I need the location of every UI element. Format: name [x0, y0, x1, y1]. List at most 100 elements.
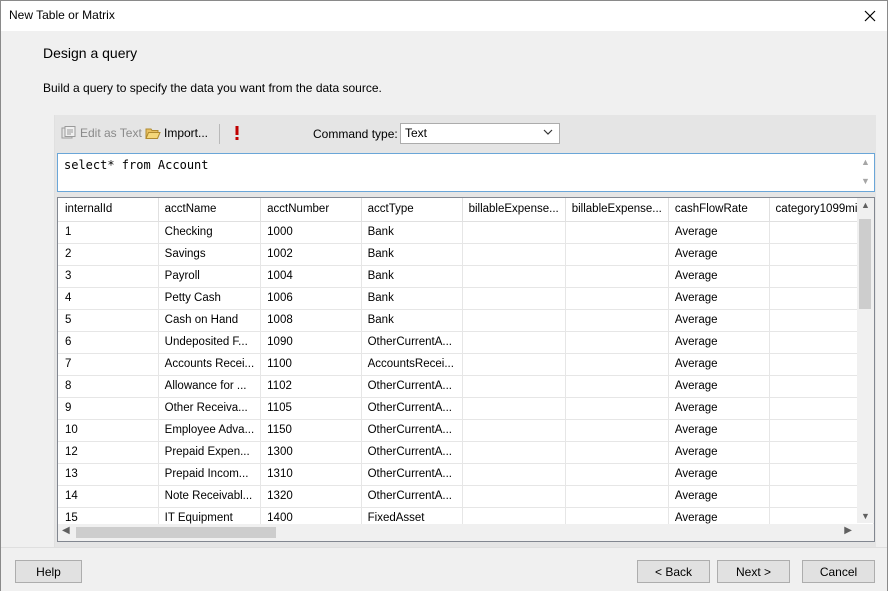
- vertical-scrollbar[interactable]: ▲ ▼: [857, 198, 874, 523]
- table-cell: Average: [668, 309, 770, 332]
- column-header[interactable]: billableExpense...: [462, 198, 566, 222]
- table-cell: [462, 331, 566, 354]
- query-scrollbar[interactable]: ▲ ▼: [857, 154, 874, 191]
- back-button[interactable]: < Back: [637, 560, 710, 583]
- table-cell: 14: [58, 485, 159, 508]
- table-row[interactable]: 2 Savings 1002 Bank Average: [58, 243, 874, 266]
- table-cell: AccountsRecei...: [361, 353, 463, 376]
- scroll-down-icon[interactable]: ▼: [861, 511, 870, 521]
- table-row[interactable]: 4 Petty Cash 1006 Bank Average: [58, 287, 874, 310]
- import-button[interactable]: Import...: [145, 123, 208, 143]
- table-cell: 1008: [260, 309, 362, 332]
- table-cell: Cash on Hand: [158, 309, 262, 332]
- table-cell: [462, 463, 566, 486]
- table-cell: Average: [668, 397, 770, 420]
- table-row[interactable]: 5 Cash on Hand 1008 Bank Average: [58, 309, 874, 332]
- table-cell: OtherCurrentA...: [361, 375, 463, 398]
- table-row[interactable]: 1 Checking 1000 Bank Average: [58, 221, 874, 244]
- column-header[interactable]: acctNumber: [260, 198, 362, 222]
- table-cell: OtherCurrentA...: [361, 331, 463, 354]
- table-cell: 1105: [260, 397, 362, 420]
- query-text: select* from Account: [64, 158, 209, 172]
- table-row[interactable]: 8 Allowance for ... 1102 OtherCurrentA... Av…: [58, 375, 874, 398]
- table-cell: 1004: [260, 265, 362, 288]
- table-row[interactable]: 9 Other Receiva... 1105 OtherCurrentA... Ave…: [58, 397, 874, 420]
- exclamation-run-icon: [235, 126, 239, 140]
- table-cell: OtherCurrentA...: [361, 463, 463, 486]
- command-type-label: Command type:: [313, 127, 398, 141]
- table-cell: Prepaid Expen...: [158, 441, 262, 464]
- import-label: Import...: [164, 126, 209, 140]
- table-row[interactable]: 14 Note Receivabl... 1320 OtherCurrentA... A…: [58, 485, 874, 508]
- command-type-value: Text: [405, 126, 428, 140]
- table-cell: 8: [58, 375, 159, 398]
- column-header[interactable]: cashFlowRate: [668, 198, 770, 222]
- table-row[interactable]: 13 Prepaid Incom... 1310 OtherCurrentA... Av…: [58, 463, 874, 486]
- table-cell: [462, 441, 566, 464]
- table-cell: [565, 287, 669, 310]
- window-title: New Table or Matrix: [9, 8, 115, 22]
- page-description: Build a query to specify the data you wa…: [43, 81, 382, 95]
- next-button[interactable]: Next >: [717, 560, 790, 583]
- scroll-up-icon: ▲: [861, 157, 870, 167]
- table-cell: [462, 397, 566, 420]
- table-cell: Bank: [361, 243, 463, 266]
- table-cell: Savings: [158, 243, 262, 266]
- column-header[interactable]: internalId: [58, 198, 159, 222]
- table-row[interactable]: 3 Payroll 1004 Bank Average: [58, 265, 874, 288]
- column-header[interactable]: acctName: [158, 198, 262, 222]
- table-cell: [565, 309, 669, 332]
- cancel-button[interactable]: Cancel: [802, 560, 875, 583]
- table-cell: 9: [58, 397, 159, 420]
- table-cell: [462, 243, 566, 266]
- table-row[interactable]: 7 Accounts Recei... 1100 AccountsRecei... Av…: [58, 353, 874, 376]
- table-cell: 1310: [260, 463, 362, 486]
- table-cell: Average: [668, 375, 770, 398]
- scroll-down-icon: ▼: [861, 176, 870, 186]
- table-cell: Checking: [158, 221, 262, 244]
- table-cell: Average: [668, 243, 770, 266]
- edit-as-text-button[interactable]: Edit as Text: [61, 123, 142, 143]
- title-bar: New Table or Matrix: [1, 1, 887, 31]
- scroll-up-icon[interactable]: ▲: [861, 200, 870, 210]
- table-cell: Bank: [361, 265, 463, 288]
- column-header[interactable]: acctType: [361, 198, 463, 222]
- help-button[interactable]: Help: [15, 560, 82, 583]
- table-cell: 1: [58, 221, 159, 244]
- table-cell: [565, 221, 669, 244]
- table-cell: OtherCurrentA...: [361, 441, 463, 464]
- horizontal-scroll-thumb[interactable]: [76, 527, 276, 538]
- table-cell: OtherCurrentA...: [361, 485, 463, 508]
- table-cell: 1100: [260, 353, 362, 376]
- table-row[interactable]: 12 Prepaid Expen... 1300 OtherCurrentA... Av…: [58, 441, 874, 464]
- table-cell: [462, 353, 566, 376]
- table-cell: 3: [58, 265, 159, 288]
- vertical-scroll-thumb[interactable]: [859, 219, 871, 309]
- edit-text-icon: [61, 126, 76, 139]
- table-cell: Average: [668, 419, 770, 442]
- edit-as-text-label: Edit as Text: [80, 126, 142, 140]
- table-cell: Average: [668, 353, 770, 376]
- table-cell: Note Receivabl...: [158, 485, 262, 508]
- table-cell: Average: [668, 331, 770, 354]
- scroll-left-icon[interactable]: ◀: [62, 525, 70, 536]
- query-text-editor[interactable]: select* from Account ▲ ▼: [57, 153, 875, 192]
- results-grid[interactable]: internalId acctName acctNumber acctType bill…: [57, 197, 875, 542]
- table-cell: [462, 375, 566, 398]
- table-cell: Payroll: [158, 265, 262, 288]
- table-row[interactable]: 6 Undeposited F... 1090 OtherCurrentA... Ave…: [58, 331, 874, 354]
- close-button[interactable]: [853, 1, 887, 31]
- table-cell: Allowance for ...: [158, 375, 262, 398]
- command-type-select[interactable]: Text: [400, 123, 560, 144]
- table-cell: 1000: [260, 221, 362, 244]
- table-row[interactable]: 10 Employee Adva... 1150 OtherCurrentA... Av…: [58, 419, 874, 442]
- table-cell: 1002: [260, 243, 362, 266]
- run-query-button[interactable]: [233, 123, 241, 143]
- column-header[interactable]: billableExpense...: [565, 198, 669, 222]
- table-cell: 13: [58, 463, 159, 486]
- table-cell: Bank: [361, 221, 463, 244]
- horizontal-scrollbar[interactable]: ◀ ▶: [58, 524, 874, 541]
- table-cell: [565, 243, 669, 266]
- query-designer-panel: Edit as Text Import... Command type: Tex…: [54, 115, 876, 547]
- scroll-right-icon[interactable]: ▶: [844, 525, 852, 536]
